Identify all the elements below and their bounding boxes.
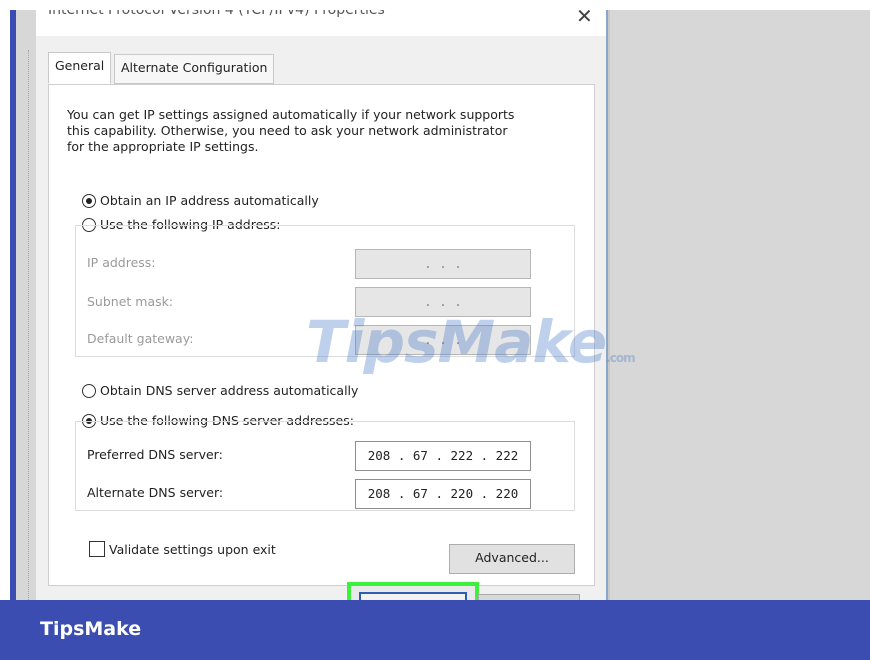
- default-gateway-label: Default gateway:: [87, 331, 194, 346]
- validate-settings-checkbox[interactable]: Validate settings upon exit: [89, 541, 276, 557]
- alternate-dns-label: Alternate DNS server:: [87, 485, 224, 500]
- advanced-button[interactable]: Advanced...: [449, 544, 575, 574]
- obtain-dns-automatically-radio[interactable]: Obtain DNS server address automatically: [82, 383, 358, 398]
- preferred-dns-label: Preferred DNS server:: [87, 447, 223, 462]
- checkbox-unchecked-icon: [89, 541, 105, 557]
- radio-selected-icon: [82, 193, 96, 208]
- radio-label: Obtain an IP address automatically: [100, 193, 319, 208]
- description-line: You can get IP settings assigned automat…: [67, 107, 515, 122]
- dialog-title: Internet Protocol Version 4 (TCP/IPv4) P…: [48, 10, 385, 18]
- brand-logo-text: TipsMake: [40, 618, 142, 640]
- tipsmake-watermark: TipsMake.com: [306, 308, 636, 376]
- tab-alternate-configuration[interactable]: Alternate Configuration: [114, 54, 275, 84]
- alternate-dns-field[interactable]: 208 . 67 . 220 . 220: [355, 479, 531, 509]
- background-window-edge: [28, 50, 33, 610]
- desktop-background: Internet Protocol Version 4 (TCP/IPv4) P…: [16, 10, 870, 610]
- radio-unselected-icon: [82, 383, 96, 398]
- footer-bar: TipsMake: [0, 600, 870, 660]
- ip-address-label: IP address:: [87, 255, 156, 270]
- watermark-text: TipsMake: [306, 308, 607, 376]
- description-line: for the appropriate IP settings.: [67, 139, 259, 154]
- title-bar: Internet Protocol Version 4 (TCP/IPv4) P…: [36, 10, 606, 36]
- description-text: You can get IP settings assigned automat…: [67, 107, 557, 155]
- obtain-ip-automatically-radio[interactable]: Obtain an IP address automatically: [82, 193, 319, 208]
- watermark-suffix: .com: [606, 351, 635, 365]
- checkbox-label: Validate settings upon exit: [109, 541, 276, 557]
- ip-address-field[interactable]: . . .: [355, 249, 531, 279]
- close-icon[interactable]: ✕: [576, 10, 593, 28]
- tab-general[interactable]: General: [48, 52, 112, 84]
- preferred-dns-field[interactable]: 208 . 67 . 222 . 222: [355, 441, 531, 471]
- subnet-mask-label: Subnet mask:: [87, 294, 174, 309]
- description-line: this capability. Otherwise, you need to …: [67, 123, 508, 138]
- radio-label: Obtain DNS server address automatically: [100, 383, 359, 398]
